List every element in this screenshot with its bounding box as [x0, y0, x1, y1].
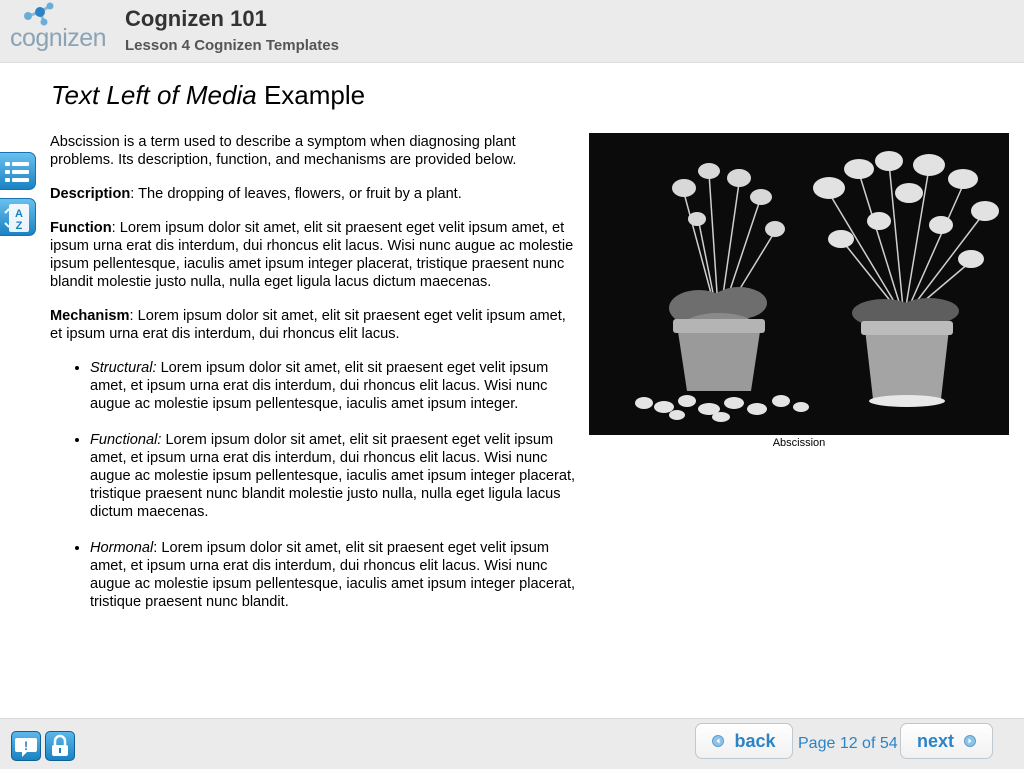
page-counter: Page 12 of 54	[798, 735, 898, 752]
description-label: Description	[50, 186, 131, 202]
page-title: Text Left of Media Example	[51, 80, 365, 111]
mechanism-paragraph: Mechanism: Lorem ipsum dolor sit amet, e…	[50, 307, 580, 343]
help-speech-icon: !	[15, 738, 37, 757]
back-label: back	[734, 730, 776, 751]
header-bar: cognizen Cognizen 101 Lesson 4 Cognizen …	[0, 0, 1024, 63]
footer-bar: ! back Page 12 of 54 next	[0, 718, 1024, 769]
page-title-italic: Text Left of Media	[51, 80, 257, 110]
bullet-label: Functional:	[90, 432, 162, 448]
bullet-label: Structural:	[90, 360, 157, 376]
a-z-glossary-icon: A Z	[4, 204, 29, 232]
back-arrow-icon	[712, 735, 725, 747]
bullet-text: : Lorem ipsum dolor sit amet, elit sit p…	[90, 540, 576, 610]
bullet-text: Lorem ipsum dolor sit amet, elit sit pra…	[90, 432, 576, 520]
function-label: Function	[50, 220, 112, 236]
list-item-functional: Functional: Lorem ipsum dolor sit amet, …	[90, 431, 580, 521]
course-title: Cognizen 101	[125, 6, 267, 31]
media-figure: Abscission	[589, 133, 1009, 449]
lock-icon	[52, 734, 68, 756]
content-text: Abscission is a term used to describe a …	[50, 133, 580, 629]
next-arrow-icon	[964, 735, 976, 747]
bullet-text: Lorem ipsum dolor sit amet, elit sit pra…	[90, 360, 549, 412]
description-paragraph: Description: The dropping of leaves, flo…	[50, 185, 580, 203]
next-label: next	[916, 730, 954, 751]
list-item-structural: Structural: Lorem ipsum dolor sit amet, …	[90, 359, 580, 413]
lesson-title: Lesson 4 Cognizen Templates	[125, 37, 339, 54]
svg-text:Z: Z	[16, 220, 23, 232]
svg-text:!: !	[24, 739, 28, 753]
page-title-rest: Example	[256, 80, 366, 110]
bullet-label: Hormonal	[90, 540, 154, 556]
mechanism-label: Mechanism	[50, 308, 130, 324]
next-button[interactable]: next	[900, 723, 993, 759]
svg-text:A: A	[15, 208, 23, 220]
back-button[interactable]: back	[695, 723, 793, 759]
lock-button[interactable]	[45, 731, 75, 761]
mechanism-list: Structural: Lorem ipsum dolor sit amet, …	[50, 359, 580, 611]
logo-wordmark: cognizen	[10, 24, 107, 52]
intro-paragraph: Abscission is a term used to describe a …	[50, 134, 517, 168]
media-caption: Abscission	[772, 437, 826, 449]
cognizen-logo: cognizen	[6, 2, 121, 58]
function-text: : Lorem ipsum dolor sit amet, elit sit p…	[50, 220, 574, 290]
list-icon	[5, 162, 29, 182]
help-button[interactable]: !	[11, 731, 41, 761]
abscission-photo	[589, 133, 1009, 435]
list-item-hormonal: Hormonal: Lorem ipsum dolor sit amet, el…	[90, 539, 580, 611]
glossary-button[interactable]: A Z	[0, 198, 36, 236]
index-button[interactable]	[0, 152, 36, 190]
description-text: : The dropping of leaves, flowers, or fr…	[130, 186, 462, 202]
function-paragraph: Function: Lorem ipsum dolor sit amet, el…	[50, 219, 580, 291]
